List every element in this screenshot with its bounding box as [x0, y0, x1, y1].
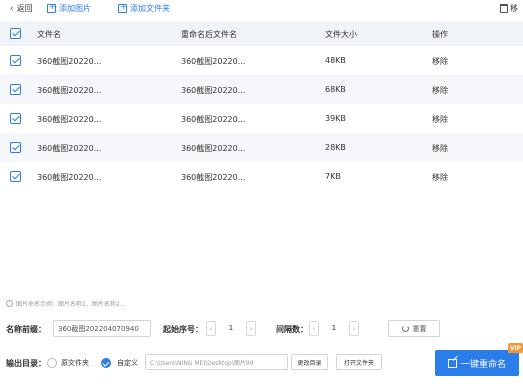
trash-icon [500, 4, 508, 13]
interval-decrement-button[interactable]: ‹ [309, 321, 319, 336]
toolbar: ‹ 返回 添加图片 添加文件夹 移 [0, 0, 523, 18]
row-checkbox[interactable] [10, 84, 21, 95]
interval-stepper: ‹ 1 › [309, 320, 359, 337]
add-folder-button[interactable]: 添加文件夹 [118, 2, 170, 14]
select-all-checkbox[interactable] [10, 28, 21, 39]
remove-row-button[interactable]: 移除 [432, 143, 448, 154]
option-original-folder-label: 原文件夹 [61, 359, 89, 367]
output-dir-label: 输出目录： [6, 359, 46, 368]
add-image-icon [47, 2, 56, 13]
hint-text: 图片命名示例：图片名称1、图片名称2... [16, 301, 126, 308]
add-image-button[interactable]: 添加图片 [47, 2, 91, 14]
start-decrement-button[interactable]: ‹ [206, 321, 216, 336]
start-increment-button[interactable]: › [246, 321, 256, 336]
cell-file-name: 360截图20220... [37, 115, 102, 124]
vip-badge: VIP [508, 343, 523, 353]
change-directory-button[interactable]: 更改目录 [291, 354, 328, 370]
cell-file-size: 7KB [325, 172, 341, 181]
header-file-name: 文件名 [37, 30, 61, 39]
cell-file-name: 360截图20220... [37, 173, 102, 182]
add-image-label: 添加图片 [59, 4, 91, 13]
header-operation: 操作 [432, 30, 448, 39]
header-new-name: 重命名后文件名 [181, 30, 237, 39]
add-folder-icon [118, 2, 127, 13]
info-icon [6, 299, 13, 307]
batch-rename-label: 一键重命名 [460, 359, 506, 370]
cell-new-name: 360截图20220... [181, 144, 246, 153]
table-row: 360截图20220... 360截图20220... 39KB 移除 [0, 104, 523, 133]
reset-button[interactable]: 重置 [388, 320, 440, 337]
start-number-value[interactable]: 1 [216, 321, 246, 336]
table-row: 360截图20220... 360截图20220... 28KB 移除 [0, 133, 523, 162]
chevron-left-icon: ‹ [10, 3, 14, 14]
back-button[interactable]: ‹ 返回 [10, 3, 33, 14]
radio-original-folder[interactable] [47, 358, 57, 368]
naming-example-hint: 图片命名示例：图片名称1、图片名称2... [6, 299, 125, 308]
option-custom-folder-label: 自定义 [117, 359, 138, 367]
cell-file-size: 28KB [325, 143, 346, 152]
cell-new-name: 360截图20220... [181, 57, 246, 66]
remove-all-button[interactable]: 移 [500, 3, 518, 14]
batch-rename-button[interactable]: 一键重命名 [435, 350, 519, 376]
back-label: 返回 [16, 4, 33, 13]
start-number-label: 起始序号： [163, 325, 203, 334]
prefix-input[interactable]: 360截图202204070940 [53, 320, 151, 337]
row-checkbox[interactable] [10, 142, 21, 153]
reset-label: 重置 [412, 324, 427, 333]
start-number-stepper: ‹ 1 › [206, 320, 256, 337]
cell-file-name: 360截图20220... [37, 86, 102, 95]
interval-increment-button[interactable]: › [349, 321, 359, 336]
cell-file-size: 39KB [325, 114, 346, 123]
table-row: 360截图20220... 360截图20220... 48KB 移除 [0, 46, 523, 75]
row-checkbox[interactable] [10, 171, 21, 182]
row-checkbox[interactable] [10, 55, 21, 66]
prefix-label: 名称前缀： [6, 325, 46, 334]
remove-all-label: 移 [510, 4, 518, 13]
cell-file-name: 360截图20220... [37, 57, 102, 66]
add-folder-label: 添加文件夹 [130, 4, 170, 13]
rename-icon [447, 358, 457, 368]
cell-file-size: 48KB [325, 56, 346, 65]
table-row: 360截图20220... 360截图20220... 7KB 移除 [0, 162, 523, 191]
cell-new-name: 360截图20220... [181, 115, 246, 124]
table-row: 360截图20220... 360截图20220... 68KB 移除 [0, 75, 523, 104]
file-table: 文件名 重命名后文件名 文件大小 操作 360截图20220... 360截图2… [0, 21, 523, 191]
remove-row-button[interactable]: 移除 [432, 56, 448, 67]
header-file-size: 文件大小 [325, 30, 357, 39]
remove-row-button[interactable]: 移除 [432, 85, 448, 96]
table-header: 文件名 重命名后文件名 文件大小 操作 [0, 21, 523, 46]
cell-file-size: 68KB [325, 85, 346, 94]
interval-label: 间隔数： [276, 325, 308, 334]
cell-file-name: 360截图20220... [37, 144, 102, 153]
remove-row-button[interactable]: 移除 [432, 114, 448, 125]
remove-row-button[interactable]: 移除 [432, 172, 448, 183]
row-checkbox[interactable] [10, 113, 21, 124]
interval-value[interactable]: 1 [319, 321, 349, 336]
output-path-input[interactable]: C:\Users\NING MEI\Desktop\图片99 [145, 354, 288, 370]
reset-icon [401, 325, 409, 332]
cell-new-name: 360截图20220... [181, 86, 246, 95]
open-folder-button[interactable]: 打开文件夹 [336, 354, 382, 370]
cell-new-name: 360截图20220... [181, 173, 246, 182]
radio-custom-folder[interactable] [101, 358, 111, 368]
